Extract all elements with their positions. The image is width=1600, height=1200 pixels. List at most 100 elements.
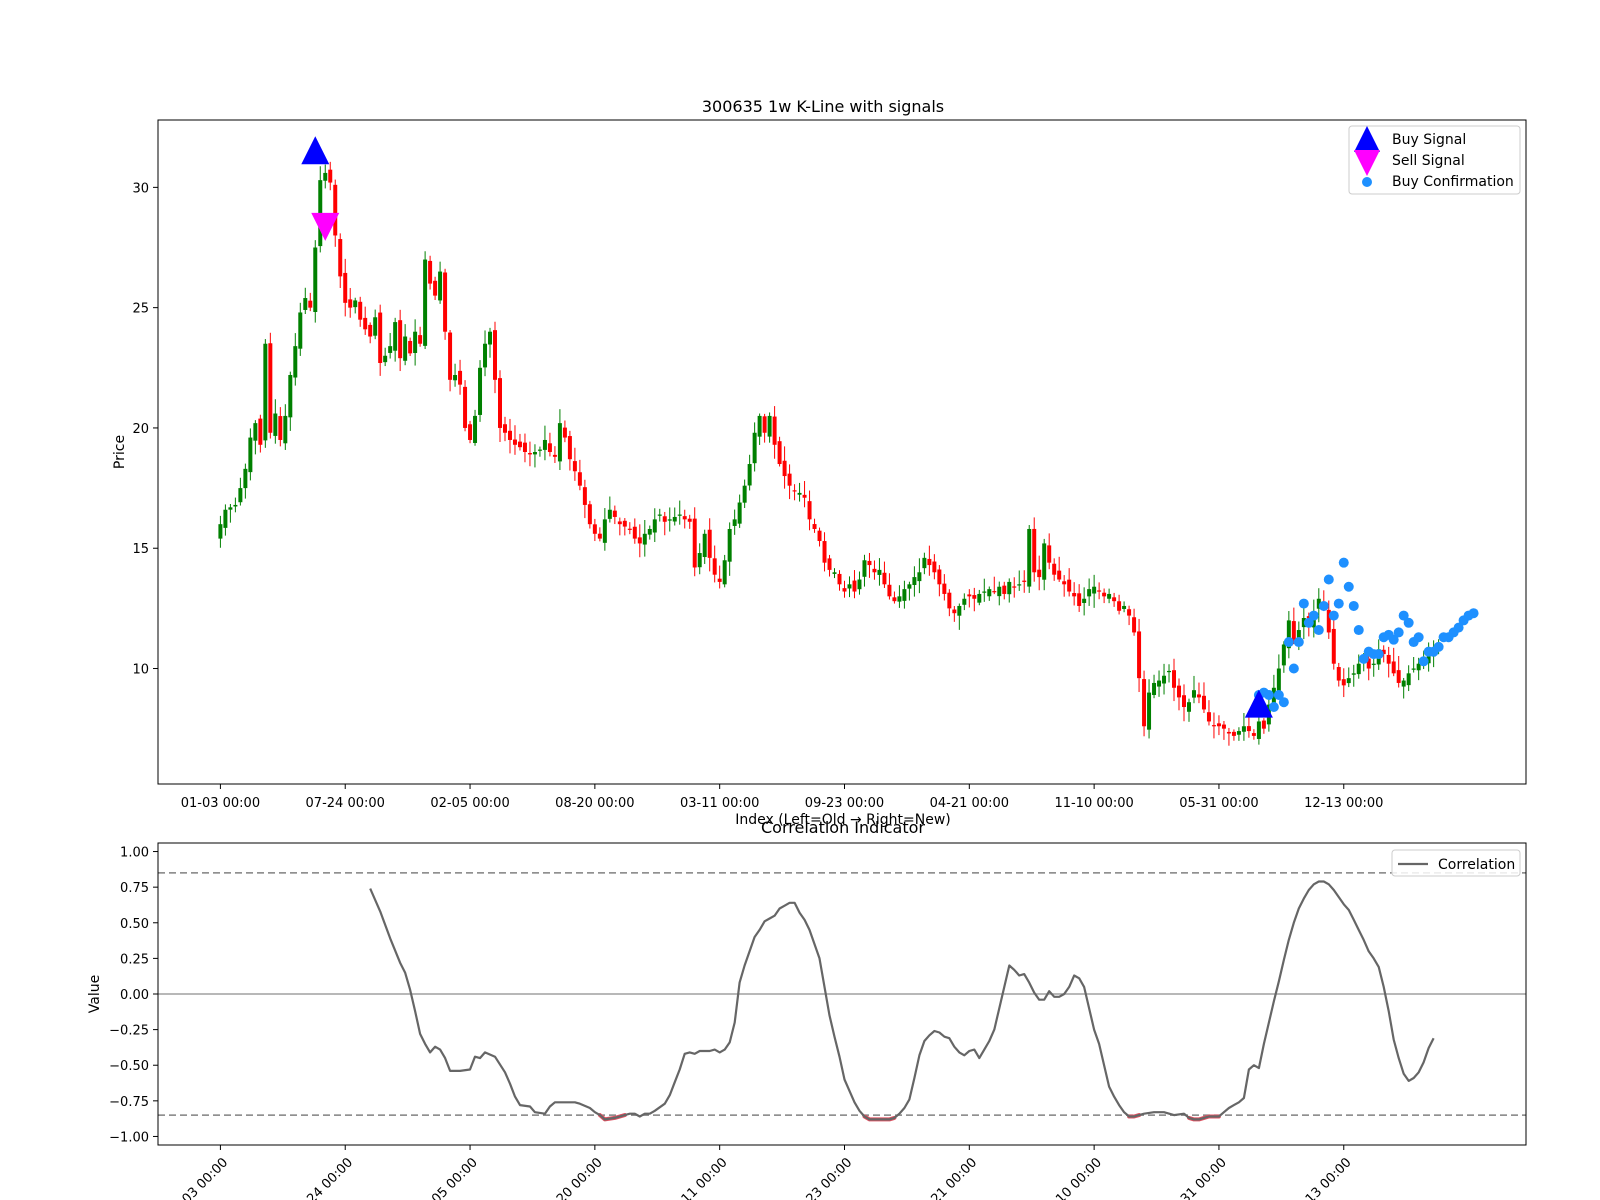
candle-body (892, 597, 897, 602)
buy-confirmation-point (1468, 608, 1479, 619)
candle-body (343, 272, 348, 303)
candle-body (1351, 673, 1356, 675)
candle-body (498, 378, 502, 428)
candle-body (577, 472, 582, 486)
candle-body (388, 346, 393, 353)
candle-body (687, 518, 692, 522)
buy-confirmation-point (1308, 610, 1319, 621)
candle-body (338, 239, 343, 277)
candle-body (607, 509, 612, 519)
candle-body (298, 312, 303, 349)
candle-body (1411, 668, 1416, 670)
candle-body (1117, 601, 1122, 611)
candle-body (827, 558, 832, 570)
kline-xtick-label: 11-10 00:00 (1054, 796, 1133, 811)
candle-body (627, 528, 632, 530)
candle-body (1256, 721, 1261, 739)
candle-body (1162, 675, 1167, 684)
candle-body (1356, 663, 1361, 675)
kline-xtick-label: 09-23 00:00 (805, 796, 884, 811)
candle-body (1052, 563, 1057, 575)
candle-body (872, 568, 877, 573)
candle-body (1231, 731, 1236, 736)
candle-body (463, 386, 468, 428)
candle-body (1002, 585, 1007, 594)
candle-body (363, 317, 368, 330)
correlation-ytick-label: −1.00 (109, 1130, 149, 1145)
candle-body (248, 437, 253, 473)
buy-confirmation-point (1328, 610, 1339, 621)
kline-xtick-label: 04-21 00:00 (930, 796, 1009, 811)
candle-body (662, 516, 667, 522)
candle-body (403, 336, 408, 361)
candle-body (817, 530, 822, 542)
candle-body (423, 259, 428, 346)
candle-body (947, 592, 952, 609)
candle-body (1396, 670, 1401, 683)
kline-legend: Buy Signal Sell Signal Buy Confirmation (1348, 125, 1521, 195)
candle-body (1331, 628, 1336, 664)
buy-confirmation-point (1263, 689, 1274, 700)
candle-body (458, 370, 463, 385)
candle-body (682, 516, 687, 520)
candle-body (1077, 593, 1082, 606)
candle-body (353, 300, 358, 308)
candle-body (483, 343, 488, 368)
candle-body (832, 572, 837, 574)
candle-body (937, 569, 942, 585)
candle-body (992, 591, 997, 593)
candle-body (1112, 597, 1117, 602)
candle-body (677, 514, 682, 516)
candle-body (757, 415, 762, 437)
correlation-ylabel: Value (87, 975, 103, 1013)
candle-body (697, 553, 702, 568)
candle-body (792, 490, 797, 492)
kline-xtick-label: 03-11 00:00 (680, 796, 759, 811)
candle-body (308, 300, 313, 308)
candle-body (1087, 589, 1092, 597)
kline-xtick-label: 05-31 00:00 (1179, 796, 1258, 811)
candle-body (1336, 667, 1341, 681)
candle-body (1047, 545, 1052, 563)
candle-body (597, 533, 602, 539)
candle-body (787, 473, 792, 486)
buy-confirmation-point (1293, 637, 1304, 648)
candle-body (852, 580, 857, 592)
candle-body (418, 335, 423, 344)
candle-body (273, 413, 278, 436)
candle-body (1386, 654, 1391, 664)
candle-body (1406, 673, 1411, 686)
buy-confirmation-point (1278, 697, 1289, 708)
candle-body (537, 449, 542, 451)
candle-body (1371, 663, 1376, 665)
candle-body (288, 375, 293, 418)
candle-body (822, 541, 827, 563)
candle-body (1107, 593, 1112, 599)
candle-body (737, 502, 742, 524)
candle-body (478, 367, 483, 415)
correlation-legend: Correlation (1391, 849, 1521, 877)
candle-body (592, 524, 597, 534)
candle-body (1191, 690, 1196, 698)
kline-xtick-label: 07-24 00:00 (306, 796, 385, 811)
candle-body (368, 324, 373, 337)
candle-body (258, 418, 263, 445)
candle-body (782, 460, 787, 477)
candle-body (772, 416, 777, 445)
candle-body (612, 510, 617, 517)
correlation-ytick-label: 0.00 (120, 988, 149, 1003)
candle-body (617, 521, 622, 525)
candle-body (1122, 605, 1127, 609)
candle-body (1346, 678, 1351, 684)
candle-body (807, 501, 812, 520)
candle-body (1072, 593, 1077, 597)
candle-body (1251, 733, 1256, 736)
candle-body (672, 516, 677, 522)
candle-body (847, 584, 852, 589)
candle-body (1007, 581, 1012, 595)
candle-body (562, 427, 567, 438)
candle-body (572, 461, 577, 472)
candle-body (1341, 679, 1346, 686)
candle-body (952, 609, 957, 614)
candle-body (727, 528, 732, 562)
